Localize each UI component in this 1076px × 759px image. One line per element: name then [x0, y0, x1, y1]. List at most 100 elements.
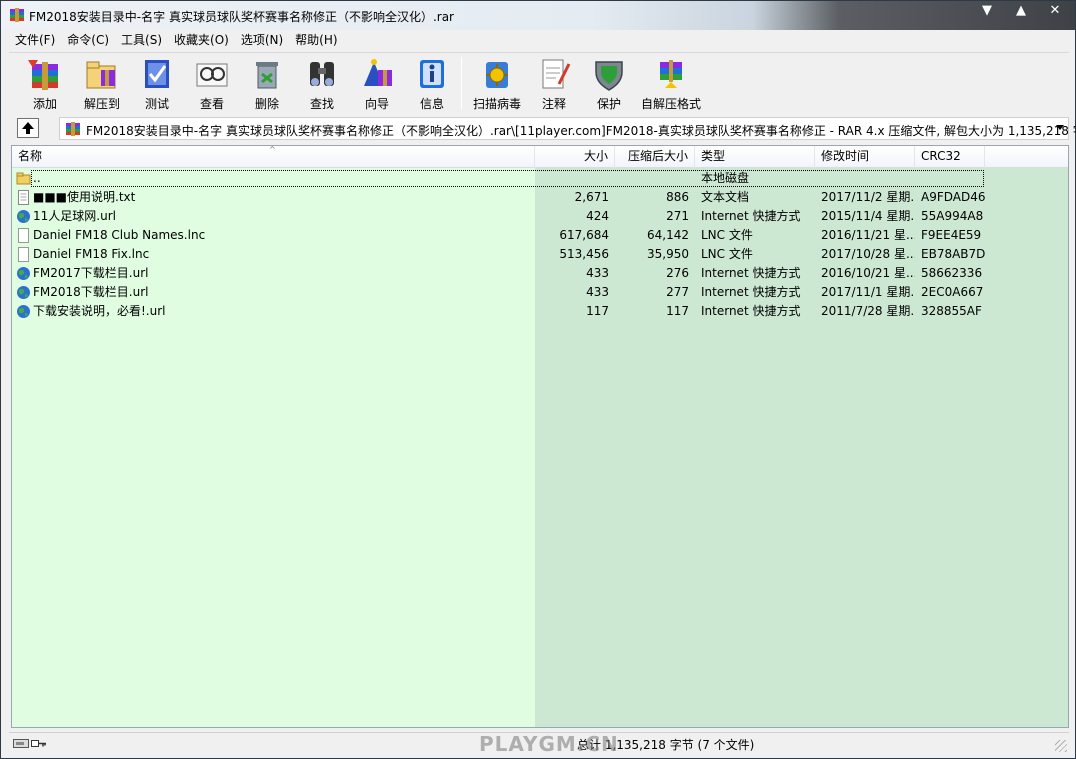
file-modified: 2015/11/4 星期... [821, 209, 915, 223]
virus-scan-button[interactable]: 扫描病毒 [468, 56, 526, 112]
sort-up-icon: ^ [269, 145, 276, 154]
delete-icon [256, 62, 278, 89]
file-packed-size: 35,950 [647, 247, 689, 261]
file-row[interactable]: Daniel FM18 Club Names.lnc 617,684 64,142 L… [12, 226, 1068, 245]
view-icon [196, 63, 228, 87]
drive-icon[interactable] [13, 738, 29, 749]
file-size: 617,684 [559, 228, 609, 242]
close-button[interactable]: ✕ [1045, 3, 1065, 19]
file-row[interactable]: ■■■使用说明.txt 2,671 886 文本文档 2017/11/2 星期... A9… [12, 188, 1068, 207]
menu-tools[interactable]: 工具(S) [115, 30, 168, 51]
winrar-app-icon [10, 8, 24, 22]
file-row[interactable]: Daniel FM18 Fix.lnc 513,456 35,950 LNC 文件 20… [12, 245, 1068, 264]
file-icon [18, 228, 29, 243]
file-name: Daniel FM18 Fix.lnc [33, 247, 150, 261]
file-packed-size: 64,142 [647, 228, 689, 242]
up-folder-button[interactable] [17, 118, 39, 138]
file-crc: 328855AF [921, 304, 982, 318]
globe-icon [17, 286, 30, 299]
file-list[interactable]: 名称 ^ 大小 压缩后大小 类型 修改时间 CRC32 .. 本地磁盘 ■■■使用说… [11, 145, 1069, 728]
file-packed-size: 271 [666, 209, 689, 223]
minimize-button[interactable]: ▼ [977, 3, 997, 19]
file-type: LNC 文件 [701, 247, 753, 261]
add-icon [28, 60, 58, 90]
file-modified: 2016/10/21 星... [821, 266, 915, 280]
file-modified [821, 169, 915, 188]
maximize-button[interactable]: ▲ [1011, 3, 1031, 19]
add-button[interactable]: 添加 [17, 56, 73, 112]
file-packed-size: 886 [666, 190, 689, 204]
view-button[interactable]: 查看 [184, 56, 240, 112]
chevron-down-icon[interactable] [1056, 125, 1064, 130]
file-crc: EB78AB7D [921, 247, 986, 261]
find-icon [310, 62, 334, 86]
virus-scan-label: 扫描病毒 [472, 97, 521, 111]
wizard-icon [364, 59, 392, 86]
sfx-label: 自解压格式 [640, 97, 701, 111]
wizard-button[interactable]: 向导 [349, 56, 405, 112]
view-label: 查看 [199, 97, 224, 111]
comment-button[interactable]: 注释 [526, 56, 582, 112]
file-name: 11人足球网.url [33, 209, 116, 223]
path-text: FM2018安装目录中-名字 真实球员球队奖杯赛事名称修正（不影响全汉化）.ra… [86, 124, 1076, 138]
address-bar: FM2018安装目录中-名字 真实球员球队奖杯赛事名称修正（不影响全汉化）.ra… [9, 115, 1076, 142]
file-name: FM2018下载栏目.url [33, 285, 149, 299]
menu-commands[interactable]: 命令(C) [61, 30, 115, 51]
file-packed-size: 117 [666, 304, 689, 318]
menu-file[interactable]: 文件(F) [9, 30, 61, 51]
test-label: 测试 [144, 97, 169, 111]
file-type: Internet 快捷方式 [701, 304, 801, 318]
file-type: 文本文档 [701, 190, 750, 204]
file-modified: 2017/11/1 星期... [821, 285, 915, 299]
path-dropdown[interactable]: FM2018安装目录中-名字 真实球员球队奖杯赛事名称修正（不影响全汉化）.ra… [59, 117, 1076, 140]
info-icon [420, 60, 444, 88]
file-row[interactable]: FM2018下载栏目.url 433 277 Internet 快捷方式 2017/11… [12, 283, 1068, 302]
file-type: Internet 快捷方式 [701, 209, 801, 223]
resize-grip[interactable] [1055, 740, 1067, 752]
info-label: 信息 [419, 97, 444, 111]
protect-button[interactable]: 保护 [581, 56, 637, 112]
find-button[interactable]: 查找 [294, 56, 350, 112]
test-button[interactable]: 测试 [129, 56, 185, 112]
file-modified: 2017/10/28 星... [821, 247, 915, 261]
menu-favorites[interactable]: 收藏夹(O) [168, 30, 235, 51]
column-header-type[interactable]: 类型 [695, 146, 815, 168]
toolbar-separator [461, 57, 462, 109]
extract-button[interactable]: 解压到 [74, 56, 130, 112]
menu-options[interactable]: 选项(N) [235, 30, 289, 51]
column-header-packed[interactable]: 压缩后大小 [615, 146, 695, 168]
list-header: 名称 ^ 大小 压缩后大小 类型 修改时间 CRC32 [12, 145, 1068, 168]
comment-icon [542, 59, 571, 89]
file-row[interactable]: 11人足球网.url 424 271 Internet 快捷方式 2015/11/4 星… [12, 207, 1068, 226]
toolbar: 添加 解压到 测试 查看 删除 查找 向导 信息 扫描病毒 注释 保护 自解压格… [9, 52, 1069, 112]
protect-label: 保护 [596, 97, 621, 111]
winrar-window: FM2018安装目录中-名字 真实球员球队奖杯赛事名称修正（不影响全汉化）.ra… [0, 0, 1076, 759]
file-row[interactable]: FM2017下载栏目.url 433 276 Internet 快捷方式 2016/10… [12, 264, 1068, 283]
file-packed-size [617, 169, 689, 188]
key-icon[interactable] [31, 738, 47, 749]
delete-button[interactable]: 删除 [239, 56, 295, 112]
file-name: 下载安装说明，必看!.url [33, 304, 166, 318]
column-header-size[interactable]: 大小 [535, 146, 615, 168]
text-file-icon [18, 190, 29, 205]
column-header-crc[interactable]: CRC32 [915, 146, 985, 168]
file-crc: 55A994A8 [921, 209, 984, 223]
add-label: 添加 [32, 97, 57, 111]
up-arrow-icon [22, 122, 34, 134]
info-button[interactable]: 信息 [404, 56, 460, 112]
sfx-button[interactable]: 自解压格式 [636, 56, 706, 112]
column-header-modified[interactable]: 修改时间 [815, 146, 915, 168]
file-icon [18, 247, 29, 262]
menu-help[interactable]: 帮助(H) [289, 30, 343, 51]
file-crc: A9FDAD46 [921, 190, 986, 204]
menu-bar: 文件(F) 命令(C) 工具(S) 收藏夹(O) 选项(N) 帮助(H) [9, 30, 1069, 51]
parent-folder-row[interactable]: .. 本地磁盘 [12, 169, 1068, 188]
wizard-label: 向导 [364, 97, 389, 111]
file-crc [921, 169, 1001, 188]
file-size: 433 [586, 266, 609, 280]
file-modified: 2017/11/2 星期... [821, 190, 915, 204]
title-bar[interactable]: FM2018安装目录中-名字 真实球员球队奖杯赛事名称修正（不影响全汉化）.ra… [1, 1, 1075, 30]
file-size: 433 [586, 285, 609, 299]
file-row[interactable]: 下载安装说明，必看!.url 117 117 Internet 快捷方式 2011/7/… [12, 302, 1068, 321]
file-crc: F9EE4E59 [921, 228, 982, 242]
